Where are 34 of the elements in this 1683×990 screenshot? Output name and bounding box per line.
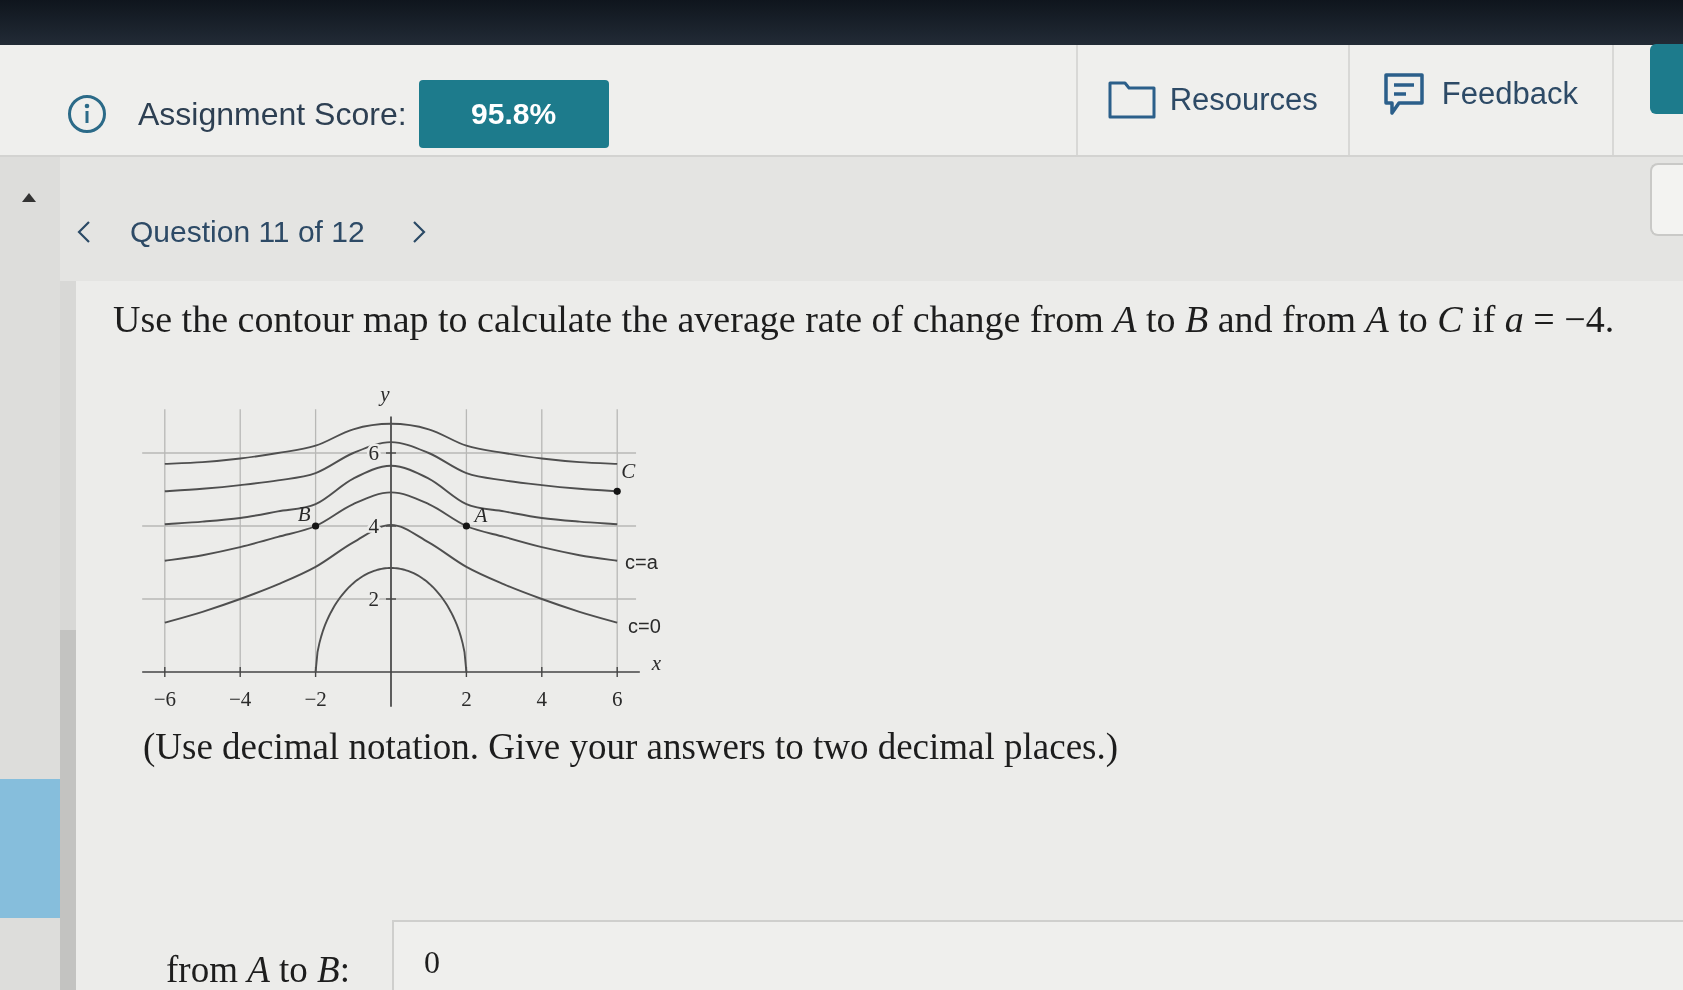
contour-label: c=a: [625, 551, 658, 573]
axis-label: x: [651, 651, 662, 675]
tick-label: 6: [368, 441, 379, 465]
tick-label: 2: [461, 687, 472, 711]
tick-label: −6: [153, 687, 176, 711]
question-title: Question 11 of 12: [130, 215, 365, 249]
tick-label: −2: [304, 687, 327, 711]
point-marker-icon: [613, 487, 621, 495]
tick-label: 2: [368, 587, 379, 611]
point-label: B: [297, 502, 311, 526]
point-marker-icon: [462, 522, 470, 530]
feedback-button[interactable]: Feedback: [1347, 45, 1614, 155]
chevron-left-icon: [77, 220, 91, 244]
instructions-text: (Use decimal notation. Give your answers to two decimal places.): [143, 725, 1120, 769]
question-text: Use the contour map to calculate the average rate of change from A to B and from A to C if a = −4.: [113, 297, 1616, 341]
score-badge: 95.8%: [418, 80, 609, 148]
caret-up-icon[interactable]: [22, 193, 36, 202]
resources-button[interactable]: Resources: [1075, 45, 1348, 155]
speech-bubble-icon: [1383, 73, 1424, 115]
info-icon[interactable]: [67, 94, 107, 134]
tick-label: 6: [611, 687, 623, 711]
point-marker-icon: [312, 522, 320, 530]
answer-label: from A to B:: [166, 950, 350, 990]
scrollbar-thumb[interactable]: [60, 630, 76, 990]
tick-label: −4: [229, 687, 252, 711]
answer-field[interactable]: 0: [391, 920, 1683, 990]
score-label: Assignment Score:: [138, 95, 407, 133]
point-label: C: [621, 459, 636, 484]
tick-label: 4: [536, 687, 548, 711]
axis-label: y: [380, 384, 390, 406]
point-label: A: [474, 503, 488, 527]
chevron-right-icon: [411, 220, 426, 244]
folder-icon: [1107, 81, 1156, 119]
contour-label: c=0: [628, 615, 661, 637]
